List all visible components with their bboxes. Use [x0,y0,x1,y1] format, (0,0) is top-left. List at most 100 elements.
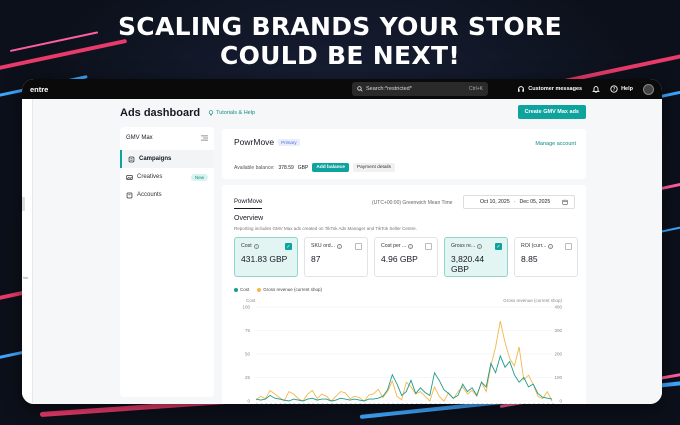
creatives-icon [126,174,133,180]
tutorials-link[interactable]: Tutorials & Help [208,110,255,116]
left-tick-label: 25 [245,375,251,380]
revenue-series-line [255,321,553,402]
legend-revenue[interactable]: Gross revenue (current shop) [257,287,322,292]
sidebar-item-accounts[interactable]: Accounts [120,186,214,204]
sidebar-item-label: Accounts [137,192,162,198]
metric-label: ROI (curr... i [521,243,571,249]
performance-chart: Cost Gross revenue (current shop) 0 25 50 75 1… [242,298,562,404]
primary-badge: Primary [278,138,300,146]
metric-value: 8.85 [521,254,538,264]
sidebar-item-campaigns[interactable]: Campaigns [120,150,214,168]
metric-label-text: ROI (curr... [521,243,547,249]
sidebar-item-creatives[interactable]: Creatives New [120,168,214,186]
right-tick-label: 400 [554,305,562,310]
metric-label: Cost per ... i [381,243,431,249]
add-balance-button[interactable]: Add balance [312,163,349,172]
right-tick-label: 300 [554,328,562,333]
overview-card: PowrMove (UTC+00:00) Greenwich Mean Time… [222,185,586,404]
calendar-icon [562,199,568,205]
info-icon[interactable]: i [477,243,483,249]
date-range-picker[interactable]: Oct 10, 2025 - Dec 05, 2025 [463,195,575,209]
help-button[interactable]: ? Help [610,85,633,93]
metric-value: 87 [311,254,321,264]
balance-value: 378.59 [278,164,294,171]
search-shortcut: Ctrl+K [468,86,483,92]
new-badge: New [190,173,208,181]
sidebar-heading: GMV Max [126,135,153,141]
overview-subtitle: Reporting includes GMV Max ads created o… [234,226,417,231]
sidebar: GMV Max Campaigns Creatives New Accounts [120,127,214,397]
right-axis-label: Gross revenue (current shop) [503,298,562,303]
legend-revenue-label: Gross revenue (current shop) [263,287,323,292]
info-icon[interactable]: i [253,243,259,249]
notifications-button[interactable] [592,85,600,93]
headset-icon [518,86,525,92]
sidebar-header: GMV Max [120,132,214,144]
metric-checkbox[interactable] [425,243,432,250]
account-card: PowrMove Primary Manage account Availabl… [222,129,586,179]
metric-label-text: Cost per ... [381,243,407,249]
metric-card[interactable]: Gross re... i 3,820.44 GBP ✓ [444,237,508,277]
metric-card[interactable]: ROI (curr... i 8.85 [514,237,578,277]
info-icon[interactable]: i [408,243,414,249]
metric-card[interactable]: Cost per ... i 4.96 GBP [374,237,438,277]
metric-label-text: Gross re... [451,243,476,249]
tab-powrmove[interactable]: PowrMove [234,199,263,209]
metric-cards: Cost i 431.83 GBP ✓ SKU ord... i 87 Cost per ..… [234,237,578,277]
x-tick [551,402,559,404]
promo-headline: SCALING BRANDS YOUR STORE COULD BE NEXT! [0,12,680,70]
page-header: Ads dashboard Tutorials & Help [120,105,586,121]
customer-messages-button[interactable]: Customer messages [517,85,582,93]
sidebar-item-label: Campaigns [139,156,172,162]
left-tick-label: 100 [242,305,250,310]
campaign-icon [128,156,135,162]
metric-checkbox[interactable] [355,243,362,250]
metric-card[interactable]: Cost i 431.83 GBP ✓ [234,237,298,277]
metric-label: SKU ord... i [311,243,361,249]
payment-details-button[interactable]: Payment details [352,163,396,172]
main-content: ink Ads dashboard Tutorials & Help Creat… [22,99,662,404]
date-separator: - [513,199,516,205]
left-rail: ink [22,99,33,404]
info-icon[interactable]: i [336,243,342,249]
tutorials-label: Tutorials & Help [216,110,255,116]
legend-cost-label: Cost [240,287,250,292]
metric-value: 431.83 GBP [241,254,288,264]
account-name: PowrMove [234,137,275,147]
cost-series-line [255,354,553,402]
customer-messages-label: Customer messages [528,86,583,92]
legend-cost[interactable]: Cost [234,287,249,292]
metric-value: 3,820.44 GBP [451,254,485,274]
metric-label-text: SKU ord... [311,243,335,249]
metric-checkbox[interactable]: ✓ [285,243,292,250]
balance-currency: GBP [297,164,309,171]
right-tick-label: 200 [554,352,562,357]
info-icon[interactable]: i [548,243,554,249]
help-label: Help [621,86,633,92]
app-window: entre Search:*restricted* Ctrl+K Custome… [22,79,662,404]
chart-legend: Cost Gross revenue (current shop) [234,287,322,292]
search-icon [357,86,363,92]
date-start: Oct 10, 2025 [480,199,510,205]
metric-checkbox[interactable]: ✓ [495,243,502,250]
rail-text: ink [23,275,29,280]
balance-label: Available balance: [234,164,275,171]
rail-marker [22,197,25,211]
metric-label: Cost i [241,243,291,249]
right-tick-label: 100 [554,375,562,380]
page-title: Ads dashboard [120,107,201,119]
timezone-label: (UTC+00:00) Greenwich Mean Time [372,200,453,206]
left-tick-label: 75 [245,328,251,333]
metric-label-text: Cost [241,243,252,249]
collapse-menu-icon[interactable] [201,135,208,141]
overview-title: Overview [234,215,264,222]
avatar[interactable] [643,83,654,95]
top-bar: entre Search:*restricted* Ctrl+K Custome… [22,79,662,99]
brand-logo: entre [30,84,49,94]
metric-card[interactable]: SKU ord... i 87 [304,237,368,277]
manage-account-link[interactable]: Manage account [535,141,576,147]
create-gmv-max-ads-button[interactable]: Create GMV Max ads [517,105,586,119]
metric-checkbox[interactable] [565,243,572,250]
search-input[interactable]: Search:*restricted* Ctrl+K [352,82,488,96]
left-axis-label: Cost [246,298,256,303]
